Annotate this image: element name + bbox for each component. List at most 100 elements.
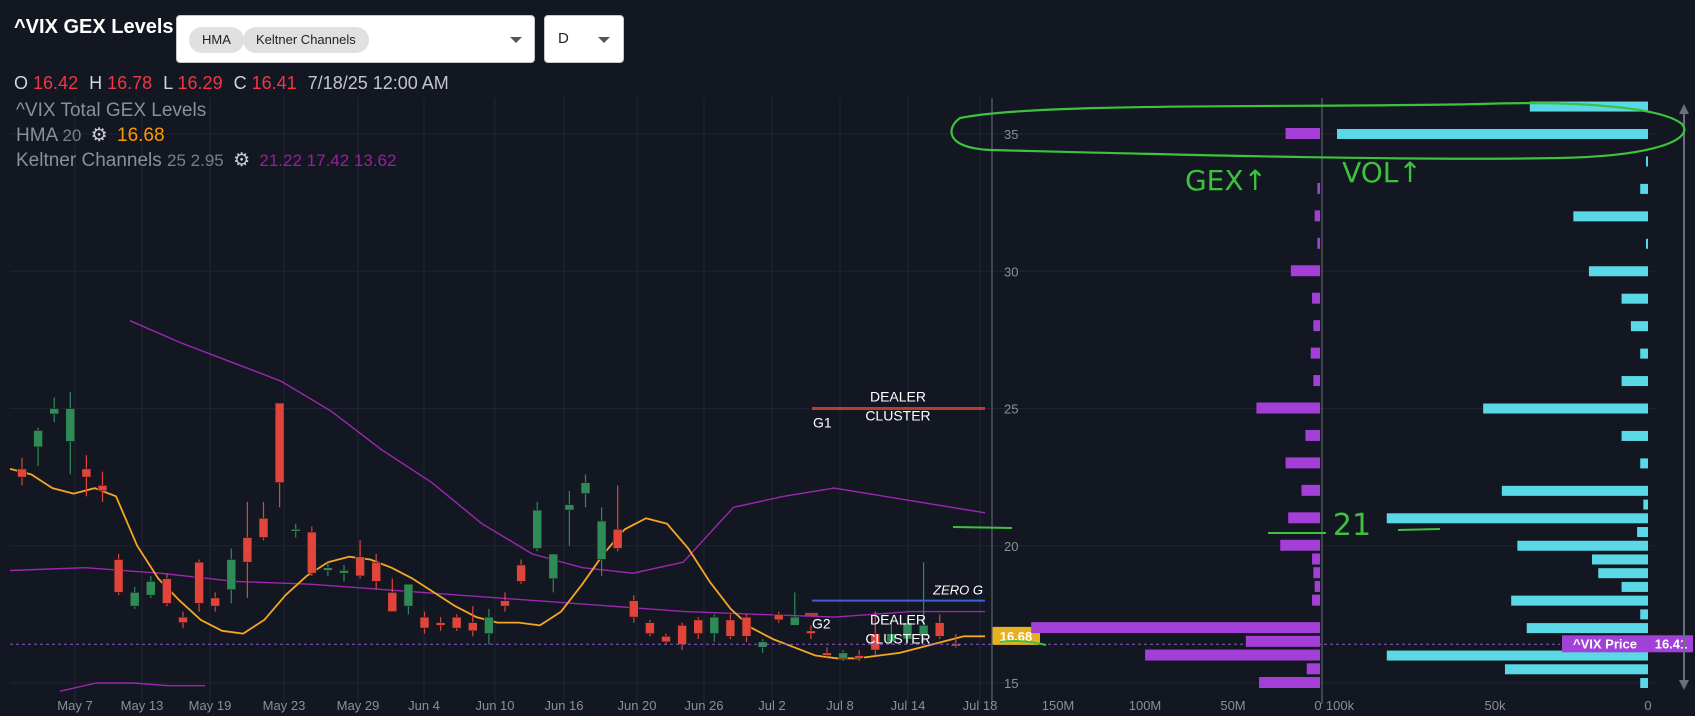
g1-cluster-label: CLUSTER bbox=[865, 408, 930, 424]
candle bbox=[258, 501, 269, 541]
candle bbox=[371, 553, 382, 590]
high-value: 16.78 bbox=[107, 73, 153, 93]
legend-title: Total GEX Levels bbox=[60, 100, 207, 121]
candle bbox=[741, 614, 752, 642]
candle-body bbox=[194, 561, 204, 604]
candle-body bbox=[854, 655, 865, 659]
gex-bar bbox=[1312, 594, 1320, 606]
legend-hma-length: 20 bbox=[62, 126, 82, 145]
vol-bar bbox=[1592, 554, 1648, 565]
indicator-select[interactable]: HMA Keltner Channels bbox=[176, 15, 535, 63]
candle bbox=[757, 639, 768, 653]
candle-body bbox=[645, 622, 655, 634]
indicator-chip-keltner[interactable]: Keltner Channels bbox=[243, 27, 369, 53]
candle-body bbox=[532, 509, 543, 549]
candle bbox=[564, 490, 575, 546]
vix-price-tag-label: ^VIX Price bbox=[1573, 636, 1637, 651]
close-value: 16.41 bbox=[251, 73, 297, 93]
candle bbox=[950, 634, 961, 648]
chart-area[interactable]: G1 DEALER CLUSTER ZERO G G2 DEALER CLUSTER 16.6… bbox=[0, 98, 1695, 716]
vol-bar bbox=[1640, 183, 1648, 194]
gex-x-tick-label: 0 bbox=[1314, 698, 1321, 713]
gex-bar bbox=[1306, 663, 1320, 675]
x-tick-label: May 23 bbox=[263, 698, 306, 713]
candle bbox=[645, 619, 655, 637]
gex-bar bbox=[1285, 457, 1320, 469]
gex-bar bbox=[1245, 635, 1320, 647]
annotation-stroke bbox=[952, 526, 1013, 529]
candle bbox=[274, 402, 285, 508]
candle bbox=[403, 583, 414, 615]
candle-body bbox=[129, 592, 140, 607]
vol-bar bbox=[1386, 513, 1648, 524]
gex-bar bbox=[1285, 128, 1320, 139]
gex-bar bbox=[1313, 567, 1320, 579]
vol-bar bbox=[1640, 678, 1648, 688]
candle bbox=[596, 507, 607, 576]
gex-bar bbox=[1145, 649, 1320, 661]
candle-body bbox=[741, 616, 752, 637]
candle-body bbox=[306, 531, 317, 574]
candle-body bbox=[435, 622, 446, 626]
candle bbox=[516, 559, 526, 585]
gear-icon[interactable]: ⚙ bbox=[233, 150, 250, 171]
candle-body bbox=[564, 504, 575, 511]
annotation-gex-label: GEX↑ bbox=[1185, 164, 1267, 197]
vol-bar bbox=[1640, 348, 1648, 359]
indicator-chip-hma[interactable]: HMA bbox=[189, 27, 244, 53]
gex-bar bbox=[1259, 677, 1320, 688]
gex-x-tick-label: 100M bbox=[1129, 698, 1162, 713]
vol-bar bbox=[1646, 238, 1648, 249]
candle-body bbox=[274, 402, 285, 483]
y-tick-label: 25 bbox=[1004, 402, 1018, 417]
chart-canvas[interactable]: G1DEALERCLUSTERZERO GG2 DEALERCLUSTER 16.6… bbox=[0, 98, 1695, 716]
gear-icon[interactable]: ⚙ bbox=[91, 125, 108, 146]
candle bbox=[467, 606, 478, 637]
candle-body bbox=[628, 600, 639, 618]
keltner-channel-lines bbox=[9, 320, 986, 692]
candle-body bbox=[387, 592, 398, 612]
candle-body bbox=[146, 581, 156, 596]
zero-g-label: ZERO G bbox=[932, 583, 983, 598]
gex-bar bbox=[1317, 182, 1320, 194]
legend-series-title: ^VIX Total GEX Levels bbox=[16, 100, 206, 122]
candle-body bbox=[822, 652, 832, 656]
candle-body bbox=[17, 468, 27, 478]
x-tick-label: Jul 18 bbox=[963, 698, 998, 713]
annotation-21-label: 21 bbox=[1333, 508, 1371, 543]
chevron-down-icon[interactable] bbox=[598, 37, 610, 43]
vol-bar bbox=[1511, 595, 1648, 606]
candle-body bbox=[339, 570, 349, 574]
timeframe-select[interactable]: D bbox=[544, 15, 624, 63]
hma-line bbox=[9, 468, 985, 660]
candle-body bbox=[178, 616, 188, 623]
candle bbox=[194, 559, 204, 612]
candle bbox=[612, 485, 623, 552]
x-tick-label: May 7 bbox=[57, 698, 92, 713]
vol-bar bbox=[1504, 664, 1648, 675]
annotation-vol-label: VOL↑ bbox=[1342, 156, 1422, 189]
candle-body bbox=[580, 482, 591, 494]
g1-label: G1 bbox=[813, 415, 832, 431]
x-tick-label: May 13 bbox=[121, 698, 164, 713]
candle bbox=[306, 526, 317, 576]
vol-bar bbox=[1630, 321, 1648, 332]
candle bbox=[290, 523, 301, 538]
vol-bar bbox=[1526, 623, 1648, 634]
gex-bar bbox=[1290, 265, 1320, 277]
candle bbox=[210, 592, 220, 612]
candle bbox=[97, 471, 108, 502]
candle bbox=[548, 553, 559, 593]
vol-bar bbox=[1483, 403, 1648, 414]
x-tick-label: May 19 bbox=[189, 698, 232, 713]
vol-x-tick-label: 50k bbox=[1485, 698, 1506, 713]
candle-body bbox=[484, 616, 494, 634]
candle-body bbox=[500, 600, 510, 607]
candle bbox=[435, 617, 446, 631]
chevron-down-icon[interactable] bbox=[510, 37, 522, 43]
annotation-stroke bbox=[1397, 528, 1441, 531]
candle-body bbox=[162, 578, 172, 604]
legend-kc-params: 25 2.95 bbox=[167, 151, 224, 170]
candle-body bbox=[596, 520, 607, 560]
candle bbox=[789, 592, 800, 626]
